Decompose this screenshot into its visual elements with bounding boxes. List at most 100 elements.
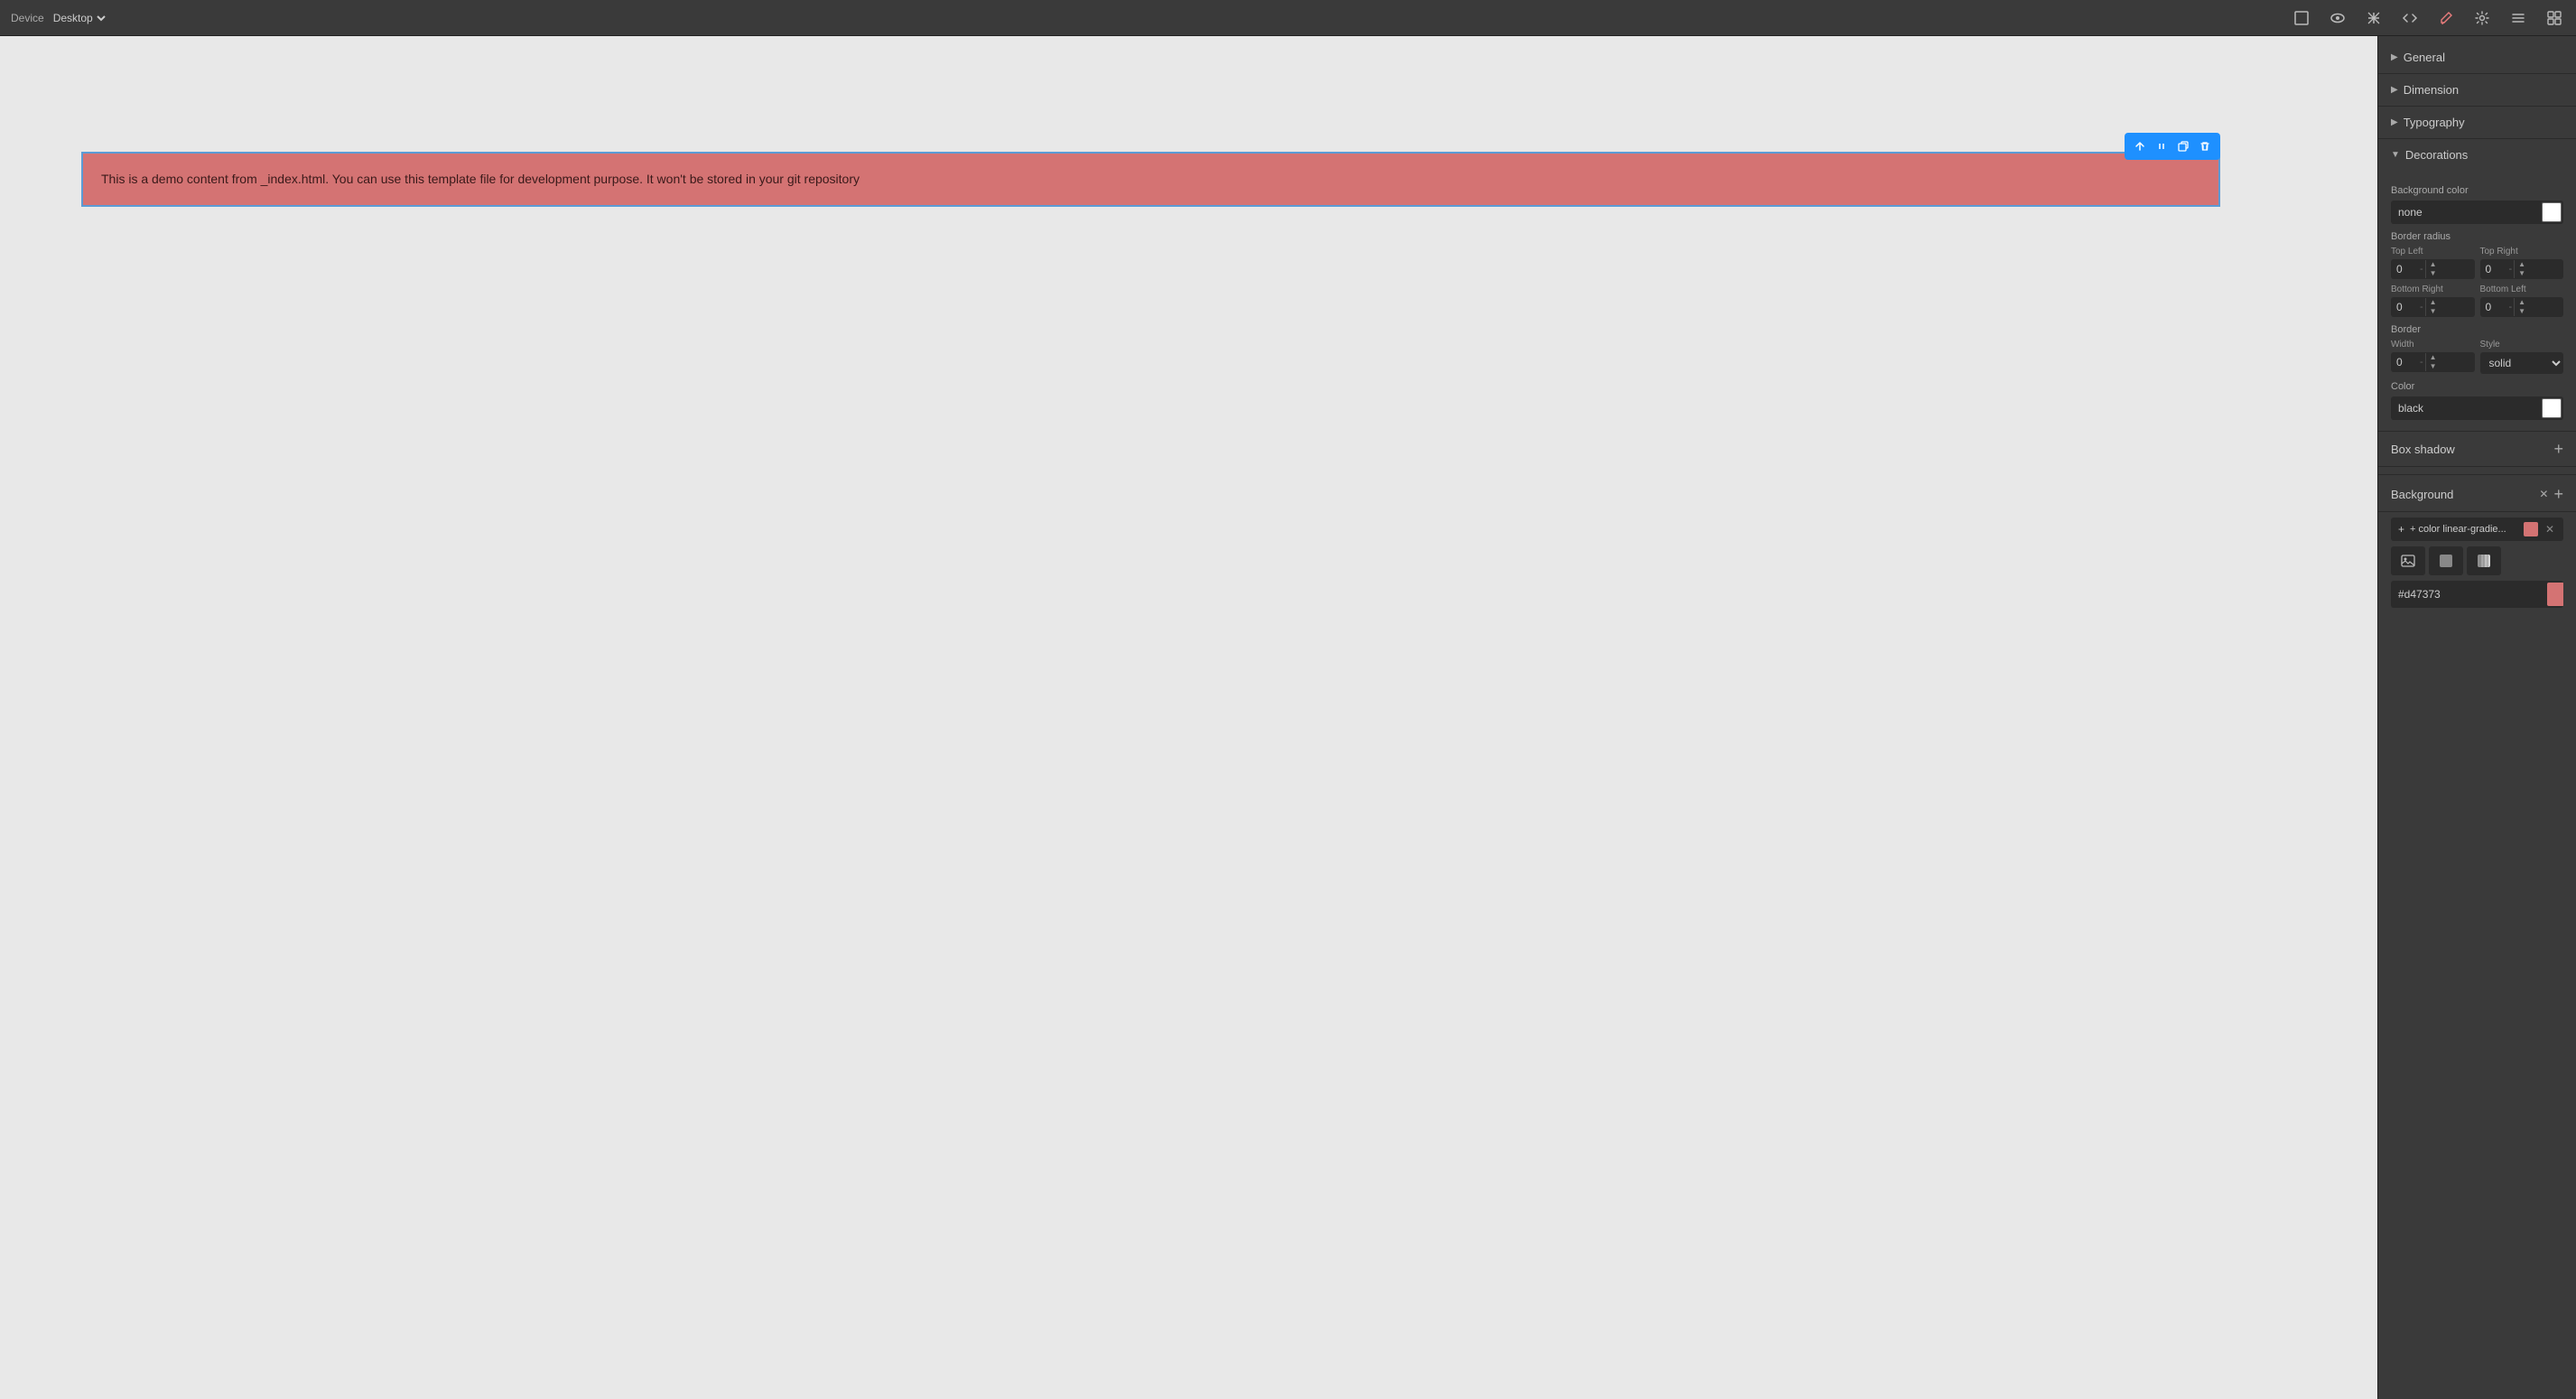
bl-input-row: - ▲ ▼ xyxy=(2480,297,2564,317)
square-icon[interactable] xyxy=(2291,7,2312,29)
brush-icon[interactable] xyxy=(2435,7,2457,29)
eye-icon[interactable] xyxy=(2327,7,2348,29)
tr-input[interactable] xyxy=(2480,259,2507,279)
bl-down-btn[interactable]: ▼ xyxy=(2515,307,2529,316)
decorations-label: Decorations xyxy=(2405,148,2468,162)
br-input-row: - ▲ ▼ xyxy=(2391,297,2475,317)
element-toolbar xyxy=(2125,133,2220,160)
bl-spinner: ▲ ▼ xyxy=(2514,298,2529,316)
panel-section-decorations: ▼ Decorations Background color Border ra… xyxy=(2378,139,2576,432)
bl-up-btn[interactable]: ▲ xyxy=(2515,298,2529,307)
device-label: Device xyxy=(11,12,44,24)
bg-gradient-item: + + color linear-gradie... ✕ xyxy=(2391,518,2563,541)
border-label: Border xyxy=(2391,324,2563,335)
bg-hex-row xyxy=(2391,581,2563,608)
box-shadow-add-btn[interactable]: + xyxy=(2553,441,2563,457)
border-color-input[interactable] xyxy=(2391,397,2540,419)
border-row: Width - ▲ ▼ St xyxy=(2391,340,2563,374)
border-width-spinner: ▲ ▼ xyxy=(2425,353,2441,371)
border-radius-grid: Top Left - ▲ ▼ xyxy=(2391,247,2563,317)
apps-icon[interactable] xyxy=(2543,7,2565,29)
br-spinner: ▲ ▼ xyxy=(2425,298,2441,316)
settings-icon[interactable] xyxy=(2471,7,2493,29)
background-add-btn[interactable]: + xyxy=(2553,486,2563,502)
chevron-right-icon3: ▶ xyxy=(2391,117,2398,127)
tr-spinner: ▲ ▼ xyxy=(2514,260,2529,278)
move-up-btn[interactable] xyxy=(2130,136,2150,156)
general-header[interactable]: ▶ General xyxy=(2378,42,2576,73)
demo-text: This is a demo content from _index.html.… xyxy=(101,172,860,186)
border-width-dash: - xyxy=(2418,357,2425,368)
bl-input[interactable] xyxy=(2480,297,2507,317)
dimension-header[interactable]: ▶ Dimension xyxy=(2378,74,2576,106)
tr-label: Top Right xyxy=(2480,247,2564,256)
decorations-header[interactable]: ▼ Decorations xyxy=(2378,139,2576,171)
bg-color-swatch[interactable] xyxy=(2542,202,2562,222)
br-label: Bottom Right xyxy=(2391,284,2475,294)
border-width-up-btn[interactable]: ▲ xyxy=(2426,353,2441,362)
chevron-right-icon2: ▶ xyxy=(2391,85,2398,95)
dimension-label: Dimension xyxy=(2404,83,2459,97)
bl-dash: - xyxy=(2507,302,2515,312)
border-style-col: Style solid dashed dotted none xyxy=(2480,340,2564,374)
tr-input-row: - ▲ ▼ xyxy=(2480,259,2564,279)
menu-icon[interactable] xyxy=(2507,7,2529,29)
code-icon[interactable] xyxy=(2399,7,2421,29)
box-shadow-label: Box shadow xyxy=(2391,443,2455,456)
background-close-btn[interactable]: ✕ xyxy=(2539,488,2548,500)
tl-down-btn[interactable]: ▼ xyxy=(2426,269,2441,278)
br-down-btn[interactable]: ▼ xyxy=(2426,307,2441,316)
topbar: Device Desktop Tablet Mobile xyxy=(0,0,2576,36)
canvas-area[interactable]: This is a demo content from _index.html.… xyxy=(0,36,2377,1399)
bl-label: Bottom Left xyxy=(2480,284,2564,294)
bg-hex-swatch[interactable] xyxy=(2547,583,2563,606)
topbar-icons xyxy=(2291,7,2565,29)
background-content: + + color linear-gradie... ✕ xyxy=(2378,518,2576,617)
br-input[interactable] xyxy=(2391,297,2418,317)
border-radius-label: Border radius xyxy=(2391,231,2563,242)
typography-header[interactable]: ▶ Typography xyxy=(2378,107,2576,138)
resize-icon[interactable] xyxy=(2363,7,2385,29)
decorations-content: Background color Border radius Top Left xyxy=(2378,171,2576,431)
bg-gradient-btn[interactable] xyxy=(2467,546,2501,575)
border-style-select[interactable]: solid dashed dotted none xyxy=(2480,352,2564,374)
topbar-left: Device Desktop Tablet Mobile xyxy=(11,11,2283,25)
bg-color-label: Background color xyxy=(2391,185,2563,196)
bg-options-row xyxy=(2391,546,2563,575)
general-label: General xyxy=(2404,51,2445,64)
chevron-right-icon: ▶ xyxy=(2391,52,2398,62)
border-width-input[interactable] xyxy=(2391,352,2418,372)
panel-section-typography: ▶ Typography xyxy=(2378,107,2576,139)
background-section-header: Background ✕ + xyxy=(2378,477,2576,512)
bg-plus-icon: + xyxy=(2398,523,2404,536)
br-up-btn[interactable]: ▲ xyxy=(2426,298,2441,307)
border-color-input-row xyxy=(2391,396,2563,420)
delete-btn[interactable] xyxy=(2195,136,2215,156)
width-label: Width xyxy=(2391,340,2475,350)
tl-input[interactable] xyxy=(2391,259,2418,279)
bg-hex-input[interactable] xyxy=(2391,583,2545,605)
copy-btn[interactable] xyxy=(2173,136,2193,156)
demo-content-box[interactable]: This is a demo content from _index.html.… xyxy=(81,152,2220,207)
bg-item-swatch[interactable] xyxy=(2524,522,2538,536)
drag-btn[interactable] xyxy=(2152,136,2171,156)
style-label: Style xyxy=(2480,340,2564,350)
bg-item-close-btn[interactable]: ✕ xyxy=(2543,523,2556,536)
bg-color-input-row xyxy=(2391,201,2563,224)
device-select[interactable]: Desktop Tablet Mobile xyxy=(50,11,108,25)
bg-image-btn[interactable] xyxy=(2391,546,2425,575)
bg-solid-btn[interactable] xyxy=(2429,546,2463,575)
tl-up-btn[interactable]: ▲ xyxy=(2426,260,2441,269)
panel-section-dimension: ▶ Dimension xyxy=(2378,74,2576,107)
bg-color-input[interactable] xyxy=(2391,201,2540,223)
border-color-swatch[interactable] xyxy=(2542,398,2562,418)
tr-down-btn[interactable]: ▼ xyxy=(2515,269,2529,278)
chevron-down-icon: ▼ xyxy=(2391,150,2400,160)
border-width-down-btn[interactable]: ▼ xyxy=(2426,362,2441,371)
tr-up-btn[interactable]: ▲ xyxy=(2515,260,2529,269)
right-panel: ▶ General ▶ Dimension ▶ Typography xyxy=(2377,36,2576,1399)
border-color-label: Color xyxy=(2391,381,2563,392)
radius-bottom-right: Bottom Right - ▲ ▼ xyxy=(2391,284,2475,317)
background-section: Background ✕ + + + color linear-gradie..… xyxy=(2378,477,2576,617)
br-dash: - xyxy=(2418,302,2425,312)
